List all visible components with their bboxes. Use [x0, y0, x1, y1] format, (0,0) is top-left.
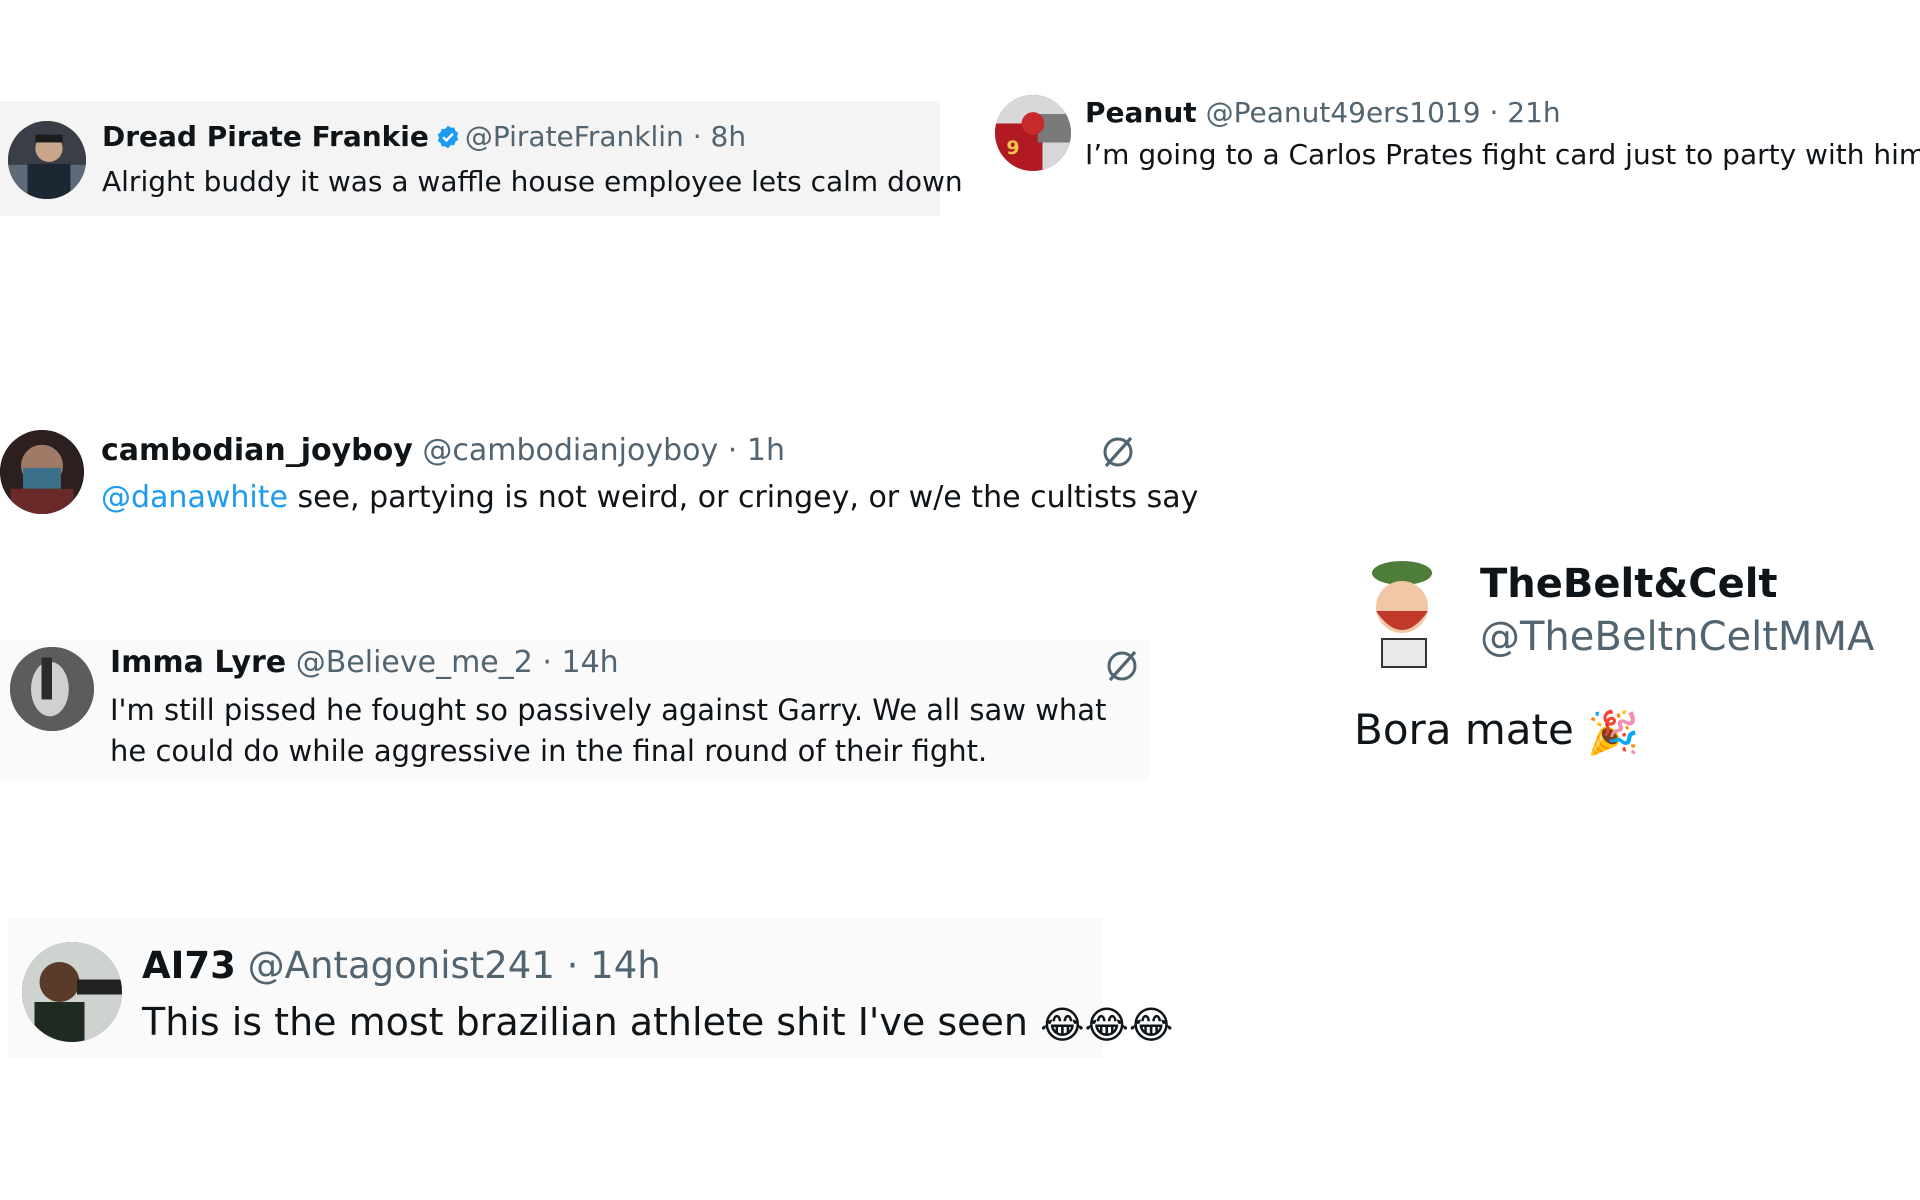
separator-dot: ·	[727, 433, 738, 468]
laughing-emoji-icon: 😂😂😂	[1040, 1002, 1174, 1047]
timestamp[interactable]: 14h	[590, 944, 661, 987]
tweet-header: AI73 @Antagonist241 · 14h	[142, 944, 661, 987]
separator-dot: ·	[566, 944, 579, 987]
tweet-header: Imma Lyre @Believe_me_2 · 14h	[110, 645, 619, 680]
handle[interactable]: @TheBeltnCeltMMA	[1480, 614, 1874, 660]
handle[interactable]: @cambodianjoyboy	[422, 433, 718, 468]
tweet-text-content: Bora mate	[1354, 705, 1574, 754]
tweet-text-content: see, partying is not weird, or cringey, …	[287, 480, 1199, 515]
handle[interactable]: @Believe_me_2	[296, 645, 533, 680]
tweet-text: I'm still pissed he fought so passively …	[110, 693, 1107, 768]
separator-dot: ·	[1489, 96, 1499, 129]
display-name[interactable]: TheBelt&Celt	[1480, 561, 1778, 607]
tweet-header: Dread Pirate Frankie @PirateFranklin · 8h	[102, 120, 746, 157]
avatar[interactable]: 9	[995, 95, 1071, 171]
tweet-peanut[interactable]: 9 Peanut @Peanut49ers1019 · 21h I’m goin…	[990, 92, 1920, 182]
tweet-text-content: This is the most brazilian athlete shit …	[142, 1000, 1028, 1044]
separator-dot: ·	[692, 120, 702, 153]
tweet-text: Alright buddy it was a waffle house empl…	[102, 165, 963, 198]
avatar[interactable]	[22, 942, 122, 1042]
tweet-dread-pirate-frankie[interactable]: Dread Pirate Frankie @PirateFranklin · 8h…	[0, 101, 963, 216]
display-name[interactable]: AI73	[142, 944, 236, 987]
display-name[interactable]: Dread Pirate Frankie	[102, 120, 429, 153]
timestamp[interactable]: 21h	[1507, 96, 1560, 129]
verified-badge-icon	[435, 124, 461, 157]
avatar-image	[0, 430, 84, 514]
handle[interactable]: @Antagonist241	[248, 944, 555, 987]
mention-link[interactable]: @danawhite	[101, 480, 288, 515]
separator-dot: ·	[542, 645, 552, 680]
avatar-image: 9	[995, 95, 1071, 171]
tweet-ai73[interactable]: AI73 @Antagonist241 · 14h This is the mo…	[8, 918, 1173, 1058]
timestamp[interactable]: 8h	[711, 120, 747, 153]
tweet-header: cambodian_joyboy @cambodianjoyboy · 1h	[101, 433, 785, 468]
timestamp[interactable]: 14h	[562, 645, 619, 680]
display-name[interactable]: Imma Lyre	[110, 645, 286, 680]
avatar-image	[22, 942, 122, 1042]
tweet-imma-lyre[interactable]: Imma Lyre @Believe_me_2 · 14h I'm still …	[0, 640, 1150, 780]
tweet-thebelt-celt[interactable]: TheBelt&Celt @TheBeltnCeltMMA Bora mate …	[1340, 555, 1920, 785]
avatar[interactable]	[1354, 559, 1454, 669]
tweet-cambodian-joyboy[interactable]: cambodian_joyboy @cambodianjoyboy · 1h @…	[0, 428, 1198, 528]
handle[interactable]: @Peanut49ers1019	[1206, 96, 1481, 129]
avatar-image	[8, 121, 86, 199]
avatar-image	[10, 647, 94, 731]
grok-icon[interactable]	[1102, 646, 1142, 686]
tweet-header: Peanut @Peanut49ers1019 · 21h	[1085, 96, 1561, 129]
avatar[interactable]	[8, 121, 86, 199]
tweet-text: I’m going to a Carlos Prates fight card …	[1085, 138, 1920, 171]
display-name[interactable]: Peanut	[1085, 96, 1197, 129]
handle[interactable]: @PirateFranklin	[465, 120, 684, 153]
grok-icon[interactable]	[1098, 432, 1138, 472]
display-name[interactable]: cambodian_joyboy	[101, 433, 413, 468]
avatar-image	[1354, 559, 1454, 669]
avatar[interactable]	[10, 647, 94, 731]
avatar[interactable]	[0, 430, 84, 514]
timestamp[interactable]: 1h	[747, 433, 785, 468]
party-popper-emoji-icon: 🎉	[1587, 707, 1640, 757]
svg-text:9: 9	[1006, 137, 1019, 159]
tweet-text: This is the most brazilian athlete shit …	[142, 1000, 1173, 1047]
tweet-text: @danawhite see, partying is not weird, o…	[101, 480, 1198, 515]
tweet-text: Bora mate 🎉	[1354, 705, 1639, 758]
